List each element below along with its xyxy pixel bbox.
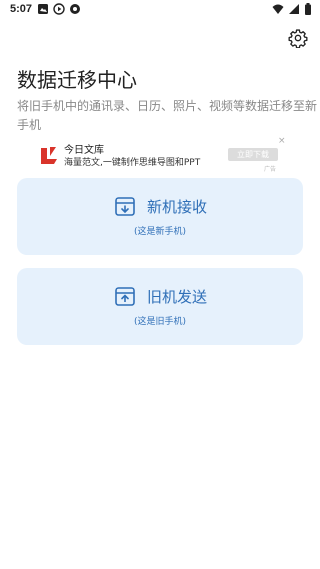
gear-icon[interactable] — [288, 28, 308, 48]
battery-icon — [305, 3, 311, 15]
wifi-icon — [272, 4, 284, 14]
receive-box-icon — [115, 197, 135, 216]
status-time: 5:07 — [10, 3, 33, 15]
app-logo-icon — [41, 147, 57, 164]
record-icon — [70, 4, 80, 14]
ad-title: 今日文库 — [64, 145, 104, 156]
play-icon — [53, 3, 65, 15]
send-box-icon — [115, 287, 135, 306]
send-card[interactable]: 旧机发送 (这是旧手机) — [17, 268, 303, 345]
receive-card[interactable]: 新机接收 (这是新手机) — [17, 178, 303, 255]
ad-description: 海量范文,一键制作思维导图和PPT — [64, 158, 201, 168]
signal-icon — [289, 4, 299, 14]
receive-label: 新机接收 — [146, 197, 207, 216]
ad-download-button[interactable]: 立即下载 — [228, 148, 278, 161]
ad-close-button[interactable]: × — [278, 136, 286, 146]
send-label: 旧机发送 — [146, 287, 207, 306]
page-title: 数据迁移中心 — [17, 68, 137, 92]
send-card-row: 旧机发送 — [17, 284, 303, 308]
status-left-icons — [37, 3, 81, 15]
receive-sublabel: (这是新手机) — [133, 227, 187, 237]
ad-banner[interactable]: 今日文库 海量范文,一键制作思维导图和PPT 立即下载 × 广告 — [30, 136, 290, 176]
gallery-icon — [38, 4, 48, 14]
send-sublabel: (这是旧手机) — [133, 317, 187, 327]
page-subtitle: 将旧手机中的通讯录、日历、照片、视频等数据迁移至新手机 — [17, 99, 318, 132]
status-right-icons — [272, 3, 312, 15]
receive-card-row: 新机接收 — [17, 194, 303, 218]
ad-mark: 广告 — [264, 166, 277, 173]
status-bar: 5:07 — [0, 0, 320, 18]
